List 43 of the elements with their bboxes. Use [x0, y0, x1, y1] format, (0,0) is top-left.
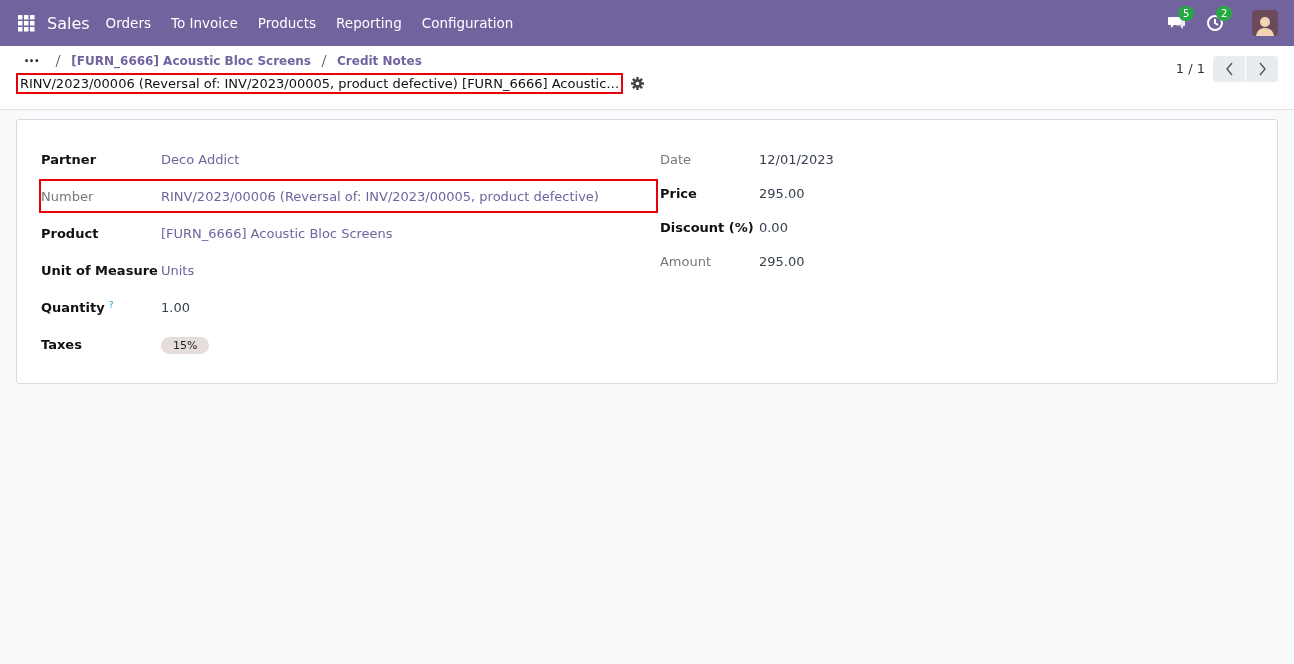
- field-label: Discount (%): [659, 219, 754, 235]
- field-value-link[interactable]: RINV/2023/00006 (Reversal of: INV/2023/00005, product defective): [161, 188, 599, 204]
- activity-count-badge: 2: [1216, 6, 1233, 21]
- chevron-right-icon: [1257, 62, 1267, 76]
- field-value-link[interactable]: [FURN_6666] Acoustic Bloc Screens: [161, 225, 393, 241]
- field-value-link[interactable]: Units: [161, 262, 195, 278]
- breadcrumb-ellipsis[interactable]: •••: [24, 56, 40, 66]
- pager-value: 1 / 1: [1175, 60, 1205, 76]
- next-button[interactable]: [1246, 56, 1278, 82]
- field-label: Taxes: [41, 336, 82, 352]
- slash-separator-icon: [54, 54, 63, 68]
- field-label: Partner: [41, 151, 97, 167]
- field-value: 295.00: [758, 253, 805, 269]
- message-count-badge: 5: [1178, 6, 1195, 21]
- breadcrumb-link[interactable]: Credit Notes: [337, 54, 422, 68]
- field-label: Price: [659, 185, 697, 201]
- menu-item[interactable]: Configuration: [411, 15, 524, 31]
- field-value-link[interactable]: Deco Addict: [161, 151, 240, 167]
- record-title: RINV/2023/00006 (Reversal of: INV/2023/00005, product defective) [FURN_6666] Acoustic…: [16, 73, 624, 94]
- app-name[interactable]: Sales: [47, 13, 90, 33]
- menu-item[interactable]: Reporting: [326, 15, 412, 31]
- field-label: Quantity: [41, 299, 105, 315]
- field-value: 295.00: [758, 185, 805, 201]
- field-value: 12/01/2023: [758, 151, 834, 167]
- menu-item[interactable]: To Invoice: [161, 15, 248, 31]
- field-label: Date: [659, 151, 692, 167]
- tax-tag: 15%: [161, 336, 210, 354]
- chevron-left-icon: [1224, 62, 1234, 76]
- menu-item[interactable]: Orders: [95, 15, 161, 31]
- field-label: Product: [41, 225, 99, 241]
- menu-item[interactable]: Products: [247, 15, 327, 31]
- field-label: Number: [41, 188, 94, 204]
- previous-button[interactable]: [1213, 56, 1245, 82]
- help-tooltip-mark[interactable]: ?: [108, 299, 114, 310]
- field-value: 1.00: [161, 299, 190, 315]
- field-label: Amount: [659, 253, 712, 269]
- slash-separator-icon: [320, 54, 328, 68]
- app-grid-icon[interactable]: [18, 14, 35, 32]
- settings-gear-icon[interactable]: [631, 77, 645, 90]
- user-avatar[interactable]: [1252, 10, 1278, 36]
- breadcrumb-link[interactable]: [FURN_6666] Acoustic Bloc Screens: [71, 54, 311, 68]
- field-value: 0.00: [758, 219, 788, 235]
- field-label: Unit of Measure: [41, 262, 158, 278]
